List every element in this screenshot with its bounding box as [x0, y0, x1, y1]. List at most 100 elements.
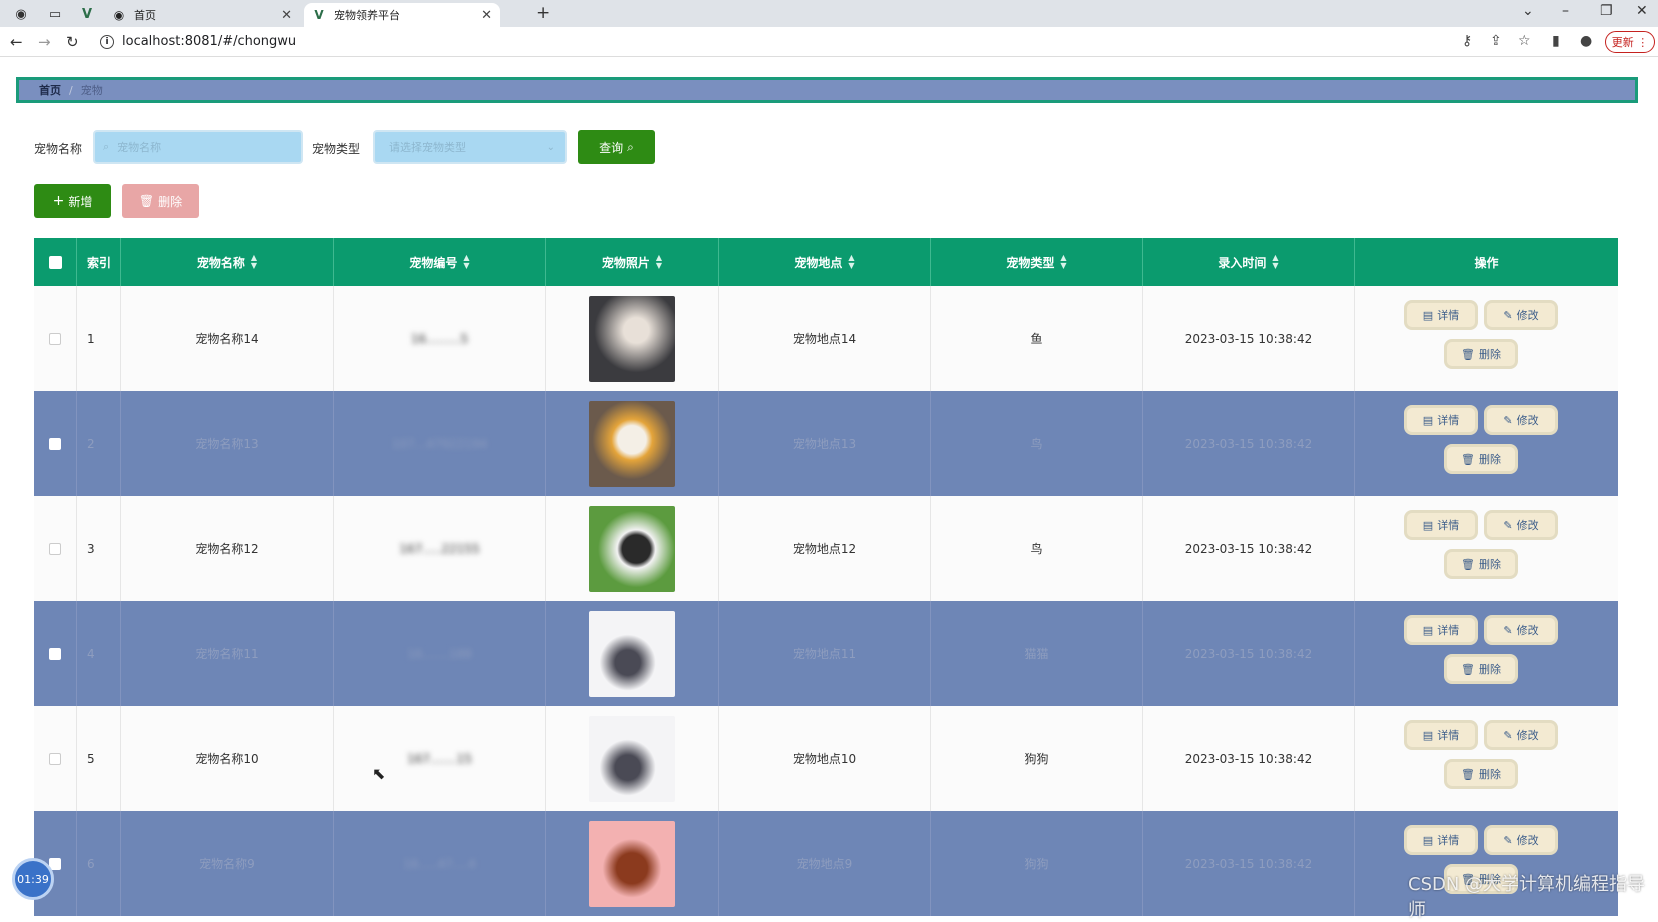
table-header: 索引 宠物名称 ▲ ▼ 宠物编号 ▲ ▼ 宠物照片 ▲ ▼ 宠物地点 ▲ ▼ 宠物类型 ▲ ▼ 录入…	[34, 238, 1618, 286]
close-icon[interactable]: ✕	[281, 8, 292, 23]
header-name[interactable]: 宠物名称 ▲ ▼	[121, 238, 334, 286]
detail-button[interactable]: ▤ 详情	[1404, 615, 1478, 645]
pet-photo[interactable]	[589, 820, 675, 907]
table-row[interactable]: 6 宠物名称9 16.....47....4 宠物地点9 狗狗 2023-03-15 10…	[34, 811, 1618, 916]
cell-code: 167.....22155	[334, 496, 546, 601]
header-location-label: 宠物地点	[794, 255, 843, 270]
pet-type-select[interactable]: 请选择宠物类型 ⌄	[373, 130, 567, 164]
delete-button[interactable]: 🗑 删除	[1444, 339, 1518, 369]
edit-button[interactable]: ✎ 修改	[1484, 615, 1558, 645]
row-checkbox[interactable]	[49, 332, 61, 345]
batch-delete-button[interactable]: 🗑 删除	[122, 184, 199, 218]
new-tab-icon[interactable]: +	[536, 3, 550, 23]
edit-button[interactable]: ✎ 修改	[1484, 510, 1558, 540]
breadcrumb-current: 宠物	[80, 84, 103, 97]
sort-icon[interactable]: ▲ ▼	[1060, 254, 1066, 270]
header-location[interactable]: 宠物地点 ▲ ▼	[719, 238, 931, 286]
edit-button[interactable]: ✎ 修改	[1484, 405, 1558, 435]
table-row[interactable]: 2 宠物名称13 107...47922194 宠物地点13 鸟 2023-03-15 1…	[34, 391, 1618, 496]
update-button[interactable]: 更新 ⋮	[1605, 31, 1655, 53]
detail-button[interactable]: ▤ 详情	[1404, 825, 1478, 855]
sort-icon[interactable]: ▲ ▼	[656, 254, 662, 270]
pet-photo[interactable]	[589, 715, 675, 802]
row-checkbox[interactable]	[49, 647, 61, 660]
sort-icon[interactable]: ▲ ▼	[463, 254, 469, 270]
table-row[interactable]: 3 宠物名称12 167.....22155 宠物地点12 鸟 2023-03-15 10…	[34, 496, 1618, 601]
detail-button[interactable]: ▤ 详情	[1404, 720, 1478, 750]
detail-button[interactable]: ▤ 详情	[1404, 405, 1478, 435]
row-checkbox[interactable]	[49, 437, 61, 450]
breadcrumb-separator: /	[69, 83, 73, 97]
cell-photo	[546, 601, 719, 706]
cell-type: 鱼	[931, 286, 1143, 391]
info-icon[interactable]: i	[100, 34, 114, 49]
sidepanel-icon[interactable]: ▮	[1552, 33, 1560, 49]
minimize-icon[interactable]: –	[1562, 3, 1569, 19]
reload-icon[interactable]: ↻	[66, 33, 79, 51]
detail-button[interactable]: ▤ 详情	[1404, 300, 1478, 330]
table-row[interactable]: 4 宠物名称11 16.......188 宠物地点11 猫猫 2023-03-15 10…	[34, 601, 1618, 706]
back-icon[interactable]: ←	[10, 33, 23, 51]
row-checkbox[interactable]	[49, 752, 61, 765]
cell-index-text: 5	[87, 751, 95, 766]
sort-icon[interactable]: ▲ ▼	[251, 254, 257, 270]
table-row[interactable]: 1 宠物名称14 16.........5 宠物地点14 鱼 2023-03-15 10:…	[34, 286, 1618, 391]
sort-icon[interactable]: ▲ ▼	[1272, 254, 1278, 270]
pet-name-placeholder: 宠物名称	[117, 141, 162, 154]
edit-button[interactable]: ✎ 修改	[1484, 825, 1558, 855]
delete-button[interactable]: 🗑 删除	[1444, 549, 1518, 579]
cell-code-text: 167.......15	[407, 751, 472, 766]
query-button[interactable]: 查询 ⌕	[578, 130, 655, 164]
row-checkbox[interactable]	[49, 542, 61, 555]
pet-photo[interactable]	[589, 610, 675, 697]
tab-home[interactable]: ◉ 首页 ✕	[104, 3, 300, 27]
edit-button[interactable]: ✎ 修改	[1484, 300, 1558, 330]
pet-photo[interactable]	[589, 295, 675, 382]
cell-name: 宠物名称13	[121, 391, 334, 496]
share-icon[interactable]: ⇪	[1490, 33, 1502, 49]
url-field[interactable]: i localhost:8081/#/chongwu	[100, 34, 296, 49]
profile-icon[interactable]: ●	[1580, 33, 1592, 49]
delete-button-label: 删除	[1478, 558, 1501, 571]
globe-icon: ◉	[113, 8, 125, 22]
key-icon[interactable]: ⚷	[1462, 33, 1472, 49]
cell-type: 狗狗	[931, 811, 1143, 916]
delete-button[interactable]: 🗑 删除	[1444, 654, 1518, 684]
detail-button-label: 详情	[1437, 414, 1460, 427]
header-ops: 操作	[1355, 238, 1618, 286]
forward-icon[interactable]: →	[38, 33, 51, 51]
pet-name-input[interactable]: ⌕ 宠物名称	[93, 130, 303, 164]
globe-icon[interactable]: ◉	[10, 4, 32, 24]
edit-button[interactable]: ✎ 修改	[1484, 720, 1558, 750]
add-button[interactable]: + 新增	[34, 184, 111, 218]
tab-pet-platform[interactable]: V 宠物领养平台 ✕	[304, 3, 500, 27]
table-row[interactable]: 5 宠物名称10 167.......15 宠物地点10 狗狗 2023-03-15 10…	[34, 706, 1618, 811]
header-select-all[interactable]	[34, 238, 77, 286]
cell-name: 宠物名称10	[121, 706, 334, 811]
header-type[interactable]: 宠物类型 ▲ ▼	[931, 238, 1143, 286]
window-icon[interactable]: ▭	[44, 4, 66, 24]
close-icon[interactable]: ✕	[481, 8, 492, 23]
pet-photo[interactable]	[589, 400, 675, 487]
star-icon[interactable]: ☆	[1518, 33, 1531, 49]
breadcrumb-home[interactable]: 首页	[39, 82, 61, 98]
vue-icon[interactable]: V	[76, 4, 98, 24]
edit-icon: ✎	[1503, 518, 1513, 532]
header-photo[interactable]: 宠物照片 ▲ ▼	[546, 238, 719, 286]
sort-icon[interactable]: ▲ ▼	[848, 254, 854, 270]
pet-photo[interactable]	[589, 505, 675, 592]
header-time[interactable]: 录入时间 ▲ ▼	[1143, 238, 1355, 286]
detail-button[interactable]: ▤ 详情	[1404, 510, 1478, 540]
cell-check	[34, 601, 77, 706]
select-all-checkbox[interactable]	[48, 255, 62, 269]
cell-name-text: 宠物名称11	[195, 647, 259, 661]
edit-button-label: 修改	[1516, 519, 1539, 532]
restore-icon[interactable]: ❐	[1600, 3, 1613, 19]
delete-button[interactable]: 🗑 删除	[1444, 759, 1518, 789]
edit-button-label: 修改	[1516, 309, 1539, 322]
close-window-icon[interactable]: ✕	[1636, 3, 1648, 19]
header-index-label: 索引	[87, 255, 112, 270]
header-code[interactable]: 宠物编号 ▲ ▼	[334, 238, 546, 286]
chevron-down-icon[interactable]: ⌄	[1522, 3, 1534, 19]
delete-button[interactable]: 🗑 删除	[1444, 444, 1518, 474]
